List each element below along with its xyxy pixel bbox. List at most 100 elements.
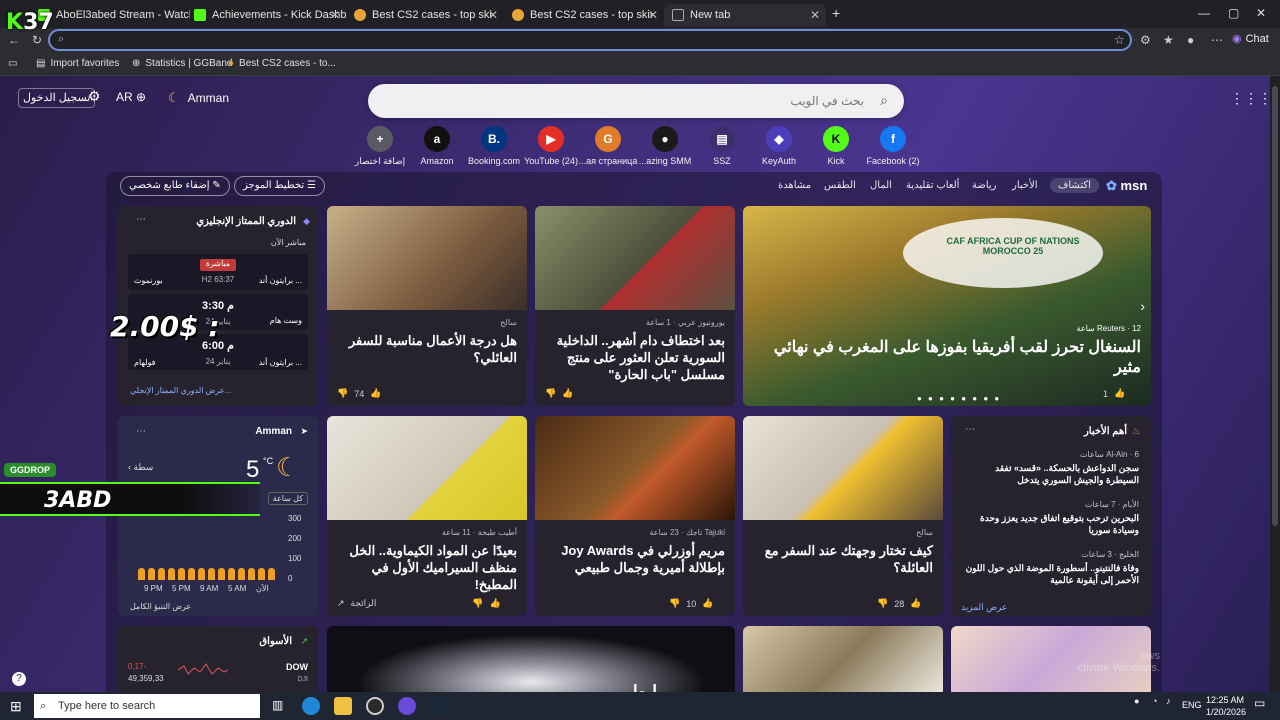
help-icon[interactable]: ?: [12, 672, 26, 686]
markets-title[interactable]: الأسواق: [259, 636, 292, 647]
nav-news[interactable]: الأخبار: [1012, 180, 1038, 191]
shortcut-tile[interactable]: G ...ая страница: [576, 126, 640, 166]
import-favorites-link[interactable]: ▤ Import favorites: [36, 58, 119, 69]
tab-cs2-cases-1[interactable]: Best CS2 cases - top skins in CSGO ✕: [346, 4, 504, 26]
weather-location[interactable]: ☾ Amman: [168, 90, 229, 106]
market-ticker[interactable]: DOW: [286, 662, 308, 672]
news-card[interactable]: أطيب طبخة · 11 ساعة بعيدًا عن المواد الك…: [327, 416, 527, 616]
close-tab-icon[interactable]: ✕: [648, 8, 658, 22]
mic-icon[interactable]: ●: [1134, 696, 1139, 706]
carousel-next-icon[interactable]: ›: [1140, 298, 1145, 314]
top-news-item[interactable]: Al-Ain · 6 ساعات سجن الدواعش بالحسكة.. «ق…: [961, 450, 1139, 486]
news-card[interactable]: Tajuki تاجك · 23 ساعة مريم أوزرلي في Joy…: [535, 416, 735, 616]
close-tab-icon[interactable]: ✕: [488, 8, 498, 22]
fav-ggband[interactable]: ⊕ Statistics | GGBand: [132, 58, 232, 69]
close-window-button[interactable]: ✕: [1256, 6, 1266, 20]
tab-kick-dashboard[interactable]: Achievements - Kick Dashboard ✕: [186, 4, 346, 26]
tab-cs2-cases-2[interactable]: Best CS2 cases - top skins in CSGO ✕: [504, 4, 664, 26]
taskbar-search[interactable]: ⌕ Type here to search: [34, 694, 260, 718]
sports-title[interactable]: الدوري الممتاز الإنجليزي: [196, 216, 296, 227]
like-icon[interactable]: 👍: [910, 598, 921, 609]
like-icon[interactable]: 👍: [490, 598, 501, 609]
more-options-icon[interactable]: ⋯: [136, 426, 146, 437]
clock-time[interactable]: 12:25 AM: [1206, 695, 1244, 705]
video-card[interactable]: [327, 626, 735, 692]
shortcut-tile[interactable]: f Facebook (2): [861, 126, 925, 166]
shortcut-tile[interactable]: ● ...azing SMM: [633, 126, 697, 166]
windows-start-icon[interactable]: ⊞: [10, 698, 22, 715]
edge-icon[interactable]: [302, 697, 320, 715]
like-icon[interactable]: 👍: [702, 598, 713, 609]
minimize-button[interactable]: —: [1198, 6, 1210, 20]
dislike-icon[interactable]: 👎: [472, 598, 483, 609]
close-tab-icon[interactable]: ✕: [330, 8, 340, 22]
shortcut-tile[interactable]: K Kick: [804, 126, 868, 166]
dislike-icon[interactable]: 👎: [545, 388, 556, 399]
page-scrollbar[interactable]: [1270, 76, 1280, 692]
top-news-item[interactable]: الأيام · 7 ساعات البحرين ترحب بتوقيع اتفا…: [961, 500, 1139, 536]
web-search-box[interactable]: بحث في الويب ⌕: [368, 84, 904, 118]
hero-card[interactable]: CAF AFRICA CUP OF NATIONS MOROCCO 25 Reu…: [743, 206, 1151, 406]
tab-new-tab[interactable]: New tab ✕: [664, 4, 826, 26]
more-options-icon[interactable]: ⋯: [965, 424, 975, 435]
nav-discover[interactable]: اكتشاف: [1050, 178, 1099, 193]
language-indicator[interactable]: ENG: [1182, 700, 1202, 710]
shortcut-tile[interactable]: + إضافة اختصار: [348, 126, 412, 167]
top-news-title[interactable]: أهم الأخبار: [1084, 426, 1127, 437]
steam-icon[interactable]: [430, 697, 448, 715]
nav-games[interactable]: ألعاب تقليدية: [906, 180, 959, 191]
app-icon[interactable]: [398, 697, 416, 715]
weather-city[interactable]: Amman: [255, 426, 292, 437]
obs-icon[interactable]: [366, 697, 384, 715]
clock-date[interactable]: 1/20/2026: [1206, 707, 1246, 717]
dislike-icon[interactable]: 👎: [877, 598, 888, 609]
nav-weather[interactable]: الطقس: [824, 180, 856, 191]
like-icon[interactable]: 👍: [562, 388, 573, 399]
tab-stream[interactable]: AboEl3abed Stream - Watch Live o: [30, 4, 190, 26]
reading-list-icon[interactable]: ▭: [8, 58, 17, 69]
carousel-dots[interactable]: ● ● ● ● ● ● ● ●: [917, 394, 1001, 403]
apps-grid-icon[interactable]: ⋮⋮⋮: [1230, 90, 1270, 107]
file-explorer-icon[interactable]: [334, 697, 352, 715]
volume-icon[interactable]: ♪: [1166, 696, 1171, 706]
news-card[interactable]: [743, 626, 943, 692]
settings-gear-icon[interactable]: ⚙: [88, 88, 101, 105]
news-card[interactable]: يورونيوز عربي · 1 ساعة بعد اختطاف دام أش…: [535, 206, 735, 406]
personalize-button[interactable]: إضفاء طابع شخصي ✎: [120, 176, 230, 196]
copilot-chat-button[interactable]: ◉ Chat: [1232, 32, 1269, 46]
top-news-item[interactable]: الخليج · 3 ساعات وفاة فالنتينو.. أسطورة ا…: [961, 550, 1139, 586]
favorites-icon[interactable]: ★: [1163, 33, 1174, 47]
news-card[interactable]: سالح هل درجة الأعمال مناسبة للسفر العائل…: [327, 206, 527, 406]
nav-watch[interactable]: مشاهدة: [778, 180, 811, 191]
shortcut-tile[interactable]: ▤ SSZ: [690, 126, 754, 166]
see-more-link[interactable]: عرض المزيد: [961, 602, 1007, 613]
profile-avatar[interactable]: ●: [1187, 33, 1194, 47]
favorite-star-icon[interactable]: ☆: [1114, 33, 1125, 47]
dislike-icon[interactable]: 👎: [669, 598, 680, 609]
task-view-icon[interactable]: ▥: [272, 698, 283, 712]
scrollbar-thumb[interactable]: [1272, 86, 1278, 526]
fav-cs2-cases[interactable]: ● Best CS2 cases - to...: [228, 58, 336, 69]
new-tab-button[interactable]: +: [832, 5, 840, 21]
match-row[interactable]: برايتون أند ... بورنموث مباشرة H2 63:37: [128, 254, 308, 290]
news-card[interactable]: سالح كيف تختار وجهتك عند السفر مع العائل…: [743, 416, 943, 616]
nav-money[interactable]: المال: [870, 180, 892, 191]
refresh-icon[interactable]: ↻: [32, 33, 42, 47]
notifications-icon[interactable]: ▭: [1254, 696, 1265, 710]
shortcut-tile[interactable]: ◆ KeyAuth: [747, 126, 811, 166]
layout-button[interactable]: تخطيط الموجز ☰: [234, 176, 325, 196]
like-icon[interactable]: 👍: [370, 388, 381, 399]
language-selector[interactable]: AR ⊕: [116, 90, 146, 104]
shortcut-tile[interactable]: B. Booking.com: [462, 126, 526, 166]
more-menu-icon[interactable]: ⋯: [1211, 33, 1223, 47]
signin-button[interactable]: تسجيل الدخول: [18, 88, 96, 108]
shortcut-tile[interactable]: a Amazon: [405, 126, 469, 166]
nav-sports[interactable]: رياضة: [972, 180, 997, 191]
weather-back-button[interactable]: ‹ سطة: [128, 462, 153, 473]
like-icon[interactable]: 👍: [1114, 388, 1125, 399]
maximize-button[interactable]: ▢: [1228, 6, 1239, 20]
league-link[interactable]: عرض الدوري الممتاز الإنجلي...: [130, 386, 231, 395]
close-tab-icon[interactable]: ✕: [810, 8, 820, 22]
extensions-icon[interactable]: ⚙: [1140, 33, 1151, 47]
back-icon[interactable]: ←: [8, 33, 20, 47]
